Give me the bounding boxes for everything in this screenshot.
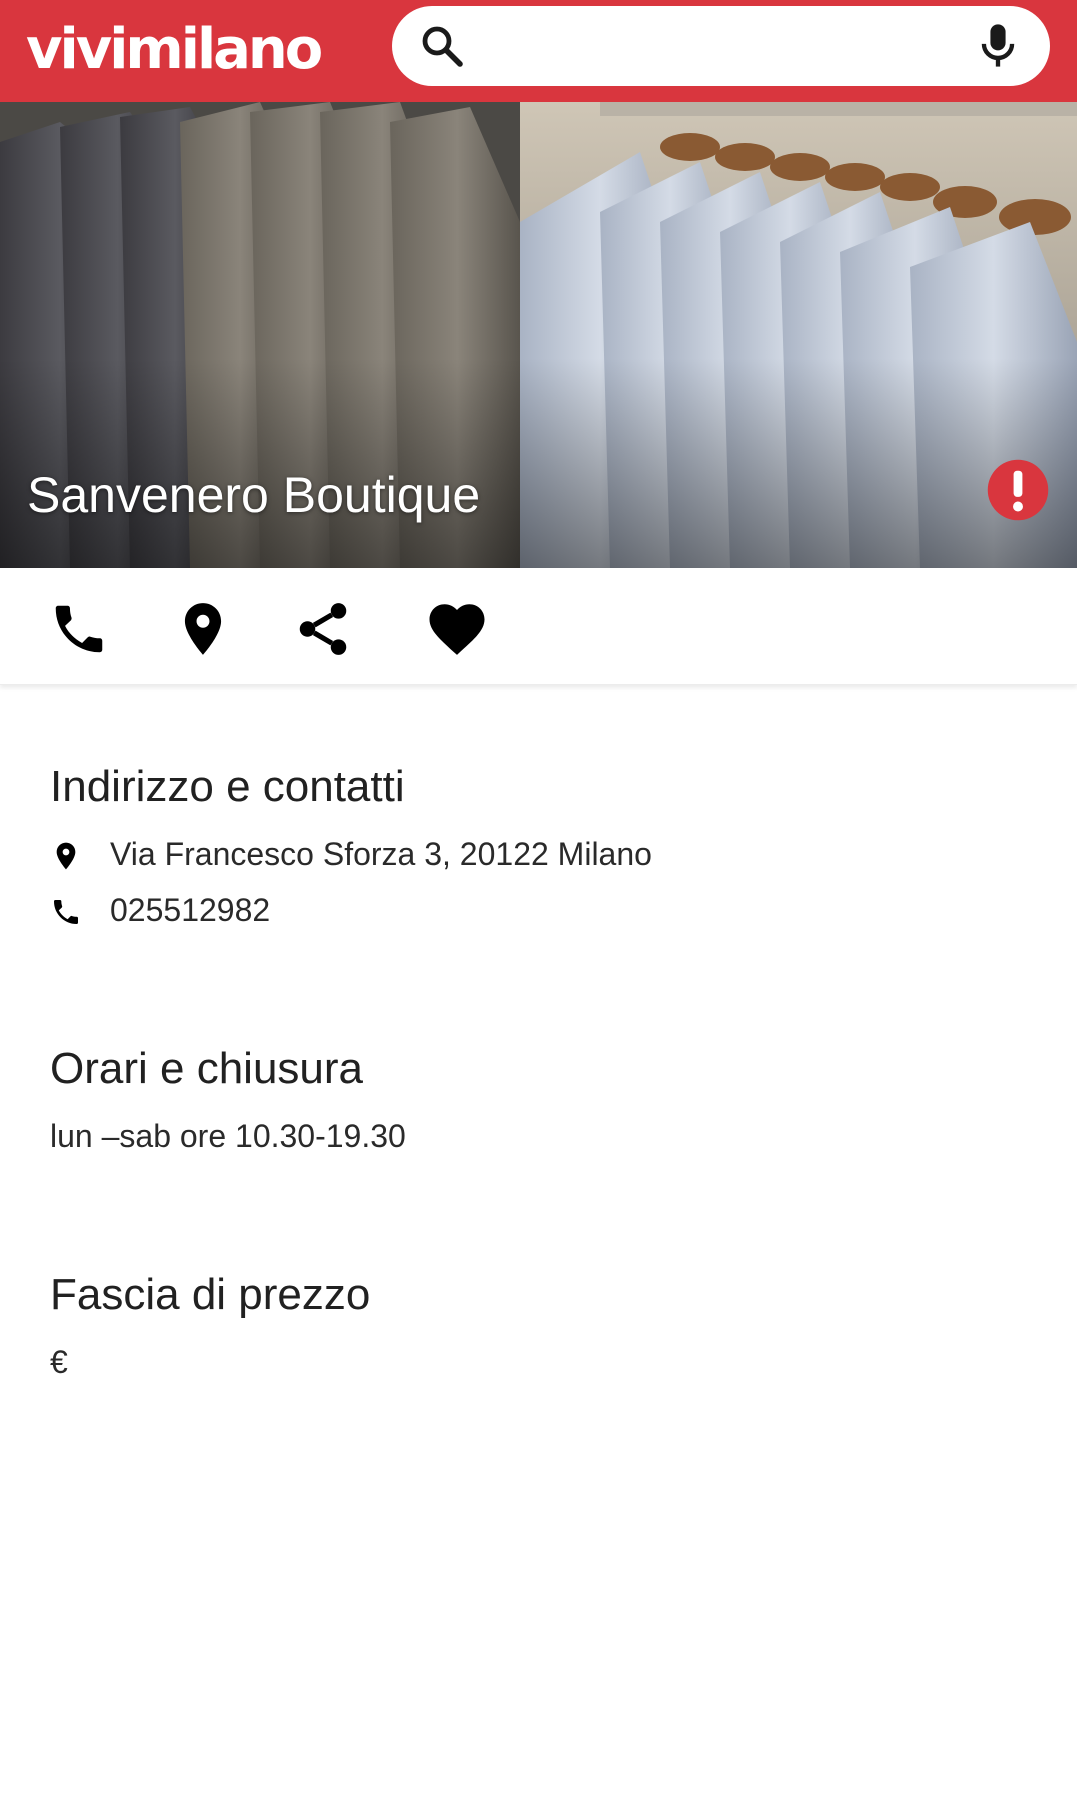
exclamation-icon[interactable] [985, 457, 1051, 523]
phone-text: 025512982 [110, 892, 271, 928]
hours-text: lun –sab ore 10.30-19.30 [50, 1118, 406, 1154]
phone-icon[interactable] [48, 598, 110, 660]
map-pin-icon[interactable] [172, 598, 234, 660]
hero-image: Sanvenero Boutique [0, 102, 1077, 568]
price-heading: Fascia di prezzo [50, 1270, 371, 1319]
share-icon[interactable] [292, 598, 354, 660]
vivimilano-logo[interactable]: vivimilano [26, 10, 323, 90]
search-bar[interactable] [392, 6, 1050, 86]
phone-icon [54, 900, 78, 924]
contacts-heading: Indirizzo e contatti [50, 762, 405, 811]
phone-row[interactable]: 025512982 [50, 888, 950, 936]
app-header: vivimilano [0, 0, 1077, 102]
venue-title: Sanvenero Boutique [27, 467, 481, 523]
heart-icon[interactable] [424, 596, 490, 662]
search-input[interactable] [478, 24, 942, 70]
action-bar [0, 568, 1077, 685]
address-row[interactable]: Via Francesco Sforza 3, 20122 Milano [50, 832, 950, 880]
map-pin-icon [56, 842, 76, 870]
hours-heading: Orari e chiusura [50, 1044, 364, 1093]
price-text: € [50, 1344, 68, 1380]
search-icon[interactable] [418, 22, 466, 70]
address-text: Via Francesco Sforza 3, 20122 Milano [110, 836, 652, 872]
microphone-icon[interactable] [972, 20, 1024, 72]
